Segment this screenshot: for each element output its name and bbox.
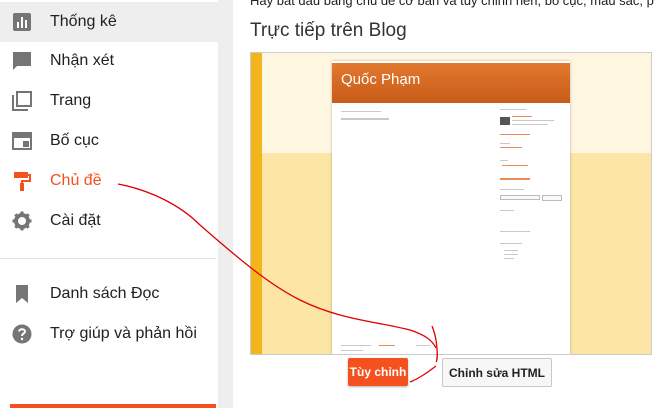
gear-icon <box>12 211 32 231</box>
sidebar-item-stats[interactable]: Thống kê <box>0 2 218 42</box>
live-on-blog-title: Trực tiếp trên Blog <box>250 20 407 41</box>
sidebar-item-label: Chủ đề <box>50 172 102 189</box>
sidebar-item-label: Nhận xét <box>50 52 115 69</box>
layout-icon <box>12 132 32 150</box>
sidebar-item-theme[interactable]: Chủ đề <box>0 161 218 201</box>
sidebar-item-pages[interactable]: Trang <box>0 81 218 121</box>
sidebar-item-settings[interactable]: Cài đặt <box>0 201 218 241</box>
sidebar-item-help[interactable]: Trợ giúp và phản hồi <box>0 314 218 354</box>
bar-chart-icon <box>13 13 31 31</box>
customize-button[interactable]: Tùy chỉnh <box>348 358 408 386</box>
pages-icon <box>12 91 32 111</box>
sidebar-item-comments[interactable]: Nhận xét <box>0 41 218 81</box>
blog-preview[interactable]: Quốc Phạm <box>250 52 652 355</box>
sidebar-item-label: Trang <box>50 92 92 109</box>
preview-header: Quốc Phạm <box>332 63 570 103</box>
sidebar-scroll-gutter <box>218 0 233 408</box>
bookmark-icon <box>16 285 28 303</box>
intro-text: Hãy bắt đầu bằng chủ đề cơ bản và tùy ch… <box>250 0 654 8</box>
preview-blog-title: Quốc Phạm <box>341 71 421 88</box>
sidebar-item-label: Trợ giúp và phản hồi <box>50 325 197 342</box>
sidebar-item-label: Danh sách Đọc <box>50 285 160 302</box>
sidebar-item-reading-list[interactable]: Danh sách Đọc <box>0 274 218 314</box>
sidebar-item-label: Bố cục <box>50 132 99 149</box>
sidebar-item-layout[interactable]: Bố cục <box>0 121 218 161</box>
paint-roller-icon <box>14 172 31 191</box>
sidebar-divider <box>0 258 216 259</box>
sidebar-item-label: Thống kê <box>50 13 117 30</box>
sidebar: Thống kê Nhận xét Trang Bố cục Chủ đề Cà… <box>0 0 218 408</box>
sidebar-item-label: Cài đặt <box>50 212 101 229</box>
help-icon <box>12 324 32 344</box>
comment-icon <box>13 52 31 70</box>
edit-html-button[interactable]: Chỉnh sửa HTML <box>442 358 552 387</box>
create-post-button-edge[interactable] <box>10 404 216 408</box>
preview-page: Quốc Phạm <box>332 61 570 354</box>
